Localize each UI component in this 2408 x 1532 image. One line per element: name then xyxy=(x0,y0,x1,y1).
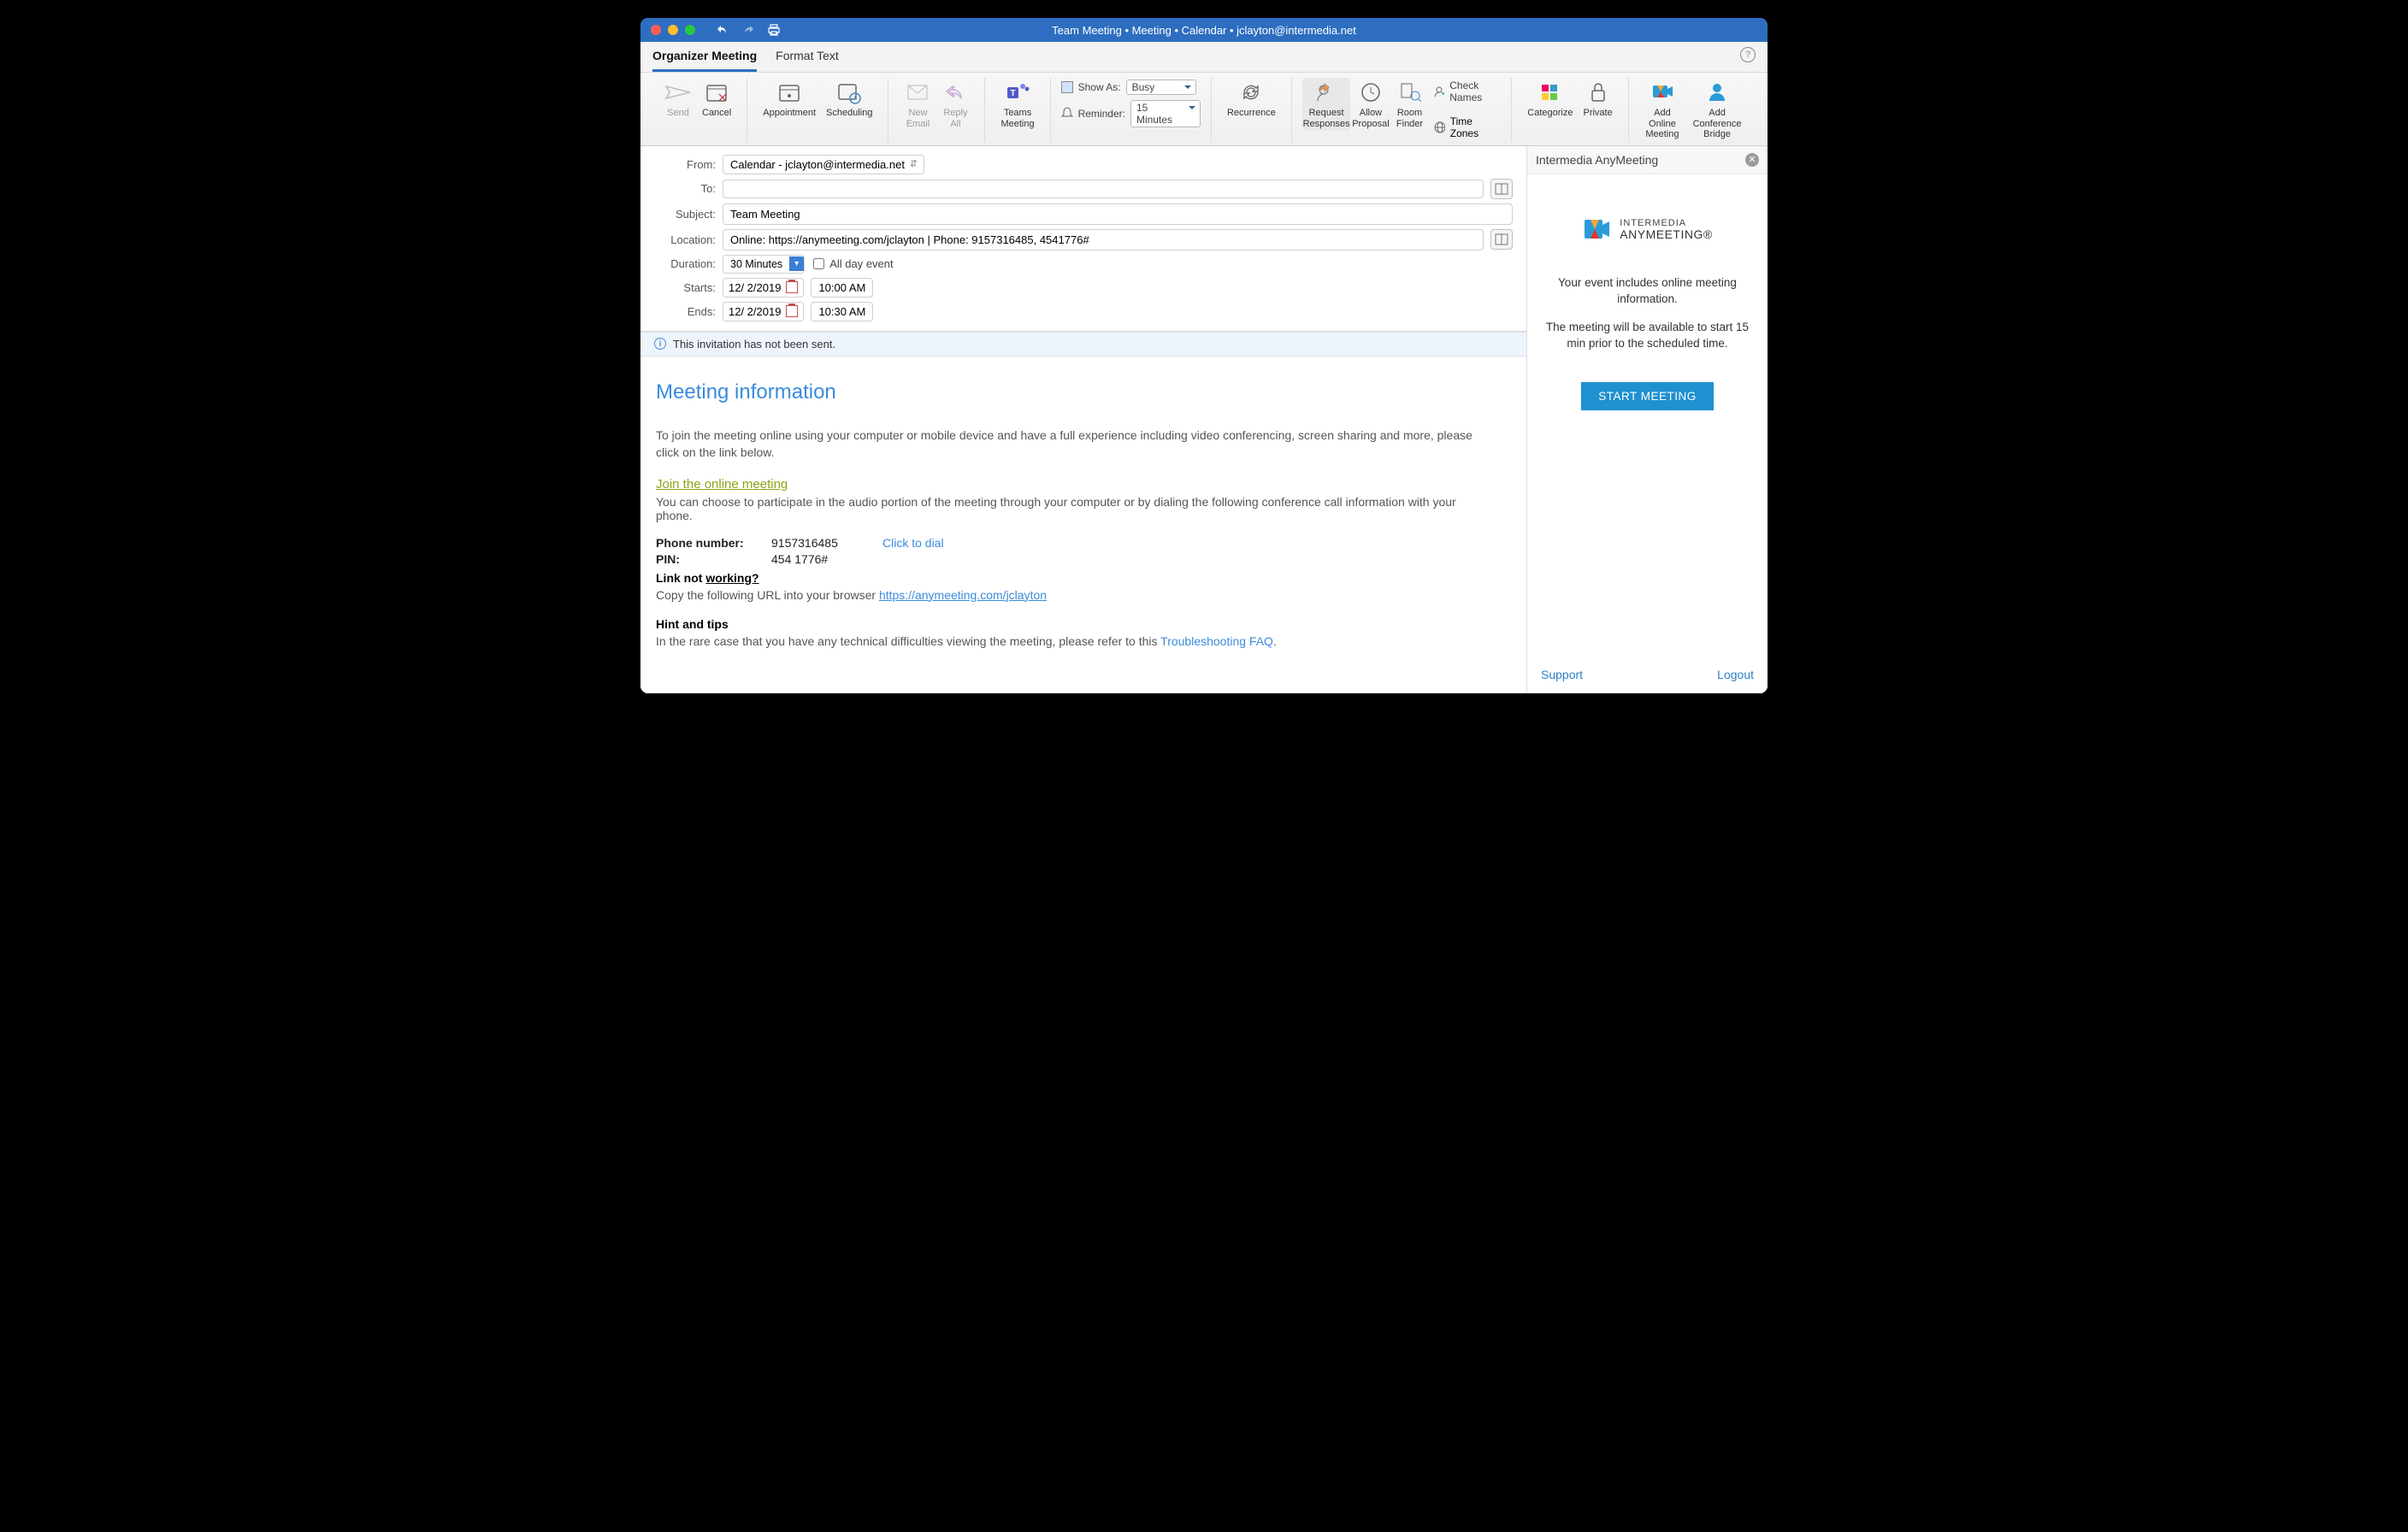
window-title: Team Meeting • Meeting • Calendar • jcla… xyxy=(1052,24,1356,37)
reminder-label: Reminder: xyxy=(1078,108,1125,120)
body-intro: To join the meeting online using your co… xyxy=(656,427,1494,462)
calendar-icon xyxy=(786,305,798,317)
undo-icon[interactable] xyxy=(716,23,729,37)
pin-label: PIN: xyxy=(656,552,754,566)
subject-field[interactable]: Team Meeting xyxy=(723,203,1513,225)
minimize-window-icon[interactable] xyxy=(668,25,678,35)
outlook-meeting-window: Team Meeting • Meeting • Calendar • jcla… xyxy=(640,17,1768,694)
troubleshooting-link[interactable]: Troubleshooting FAQ xyxy=(1160,634,1273,648)
close-window-icon[interactable] xyxy=(651,25,661,35)
bell-icon xyxy=(1061,107,1073,121)
anymeeting-logo: INTERMEDIA ANYMEETING® xyxy=(1541,215,1754,245)
reminder-select[interactable]: 15 Minutes xyxy=(1130,100,1201,127)
copy-url-link[interactable]: https://anymeeting.com/jclayton xyxy=(879,588,1047,602)
to-label: To: xyxy=(654,182,716,195)
categorize-button[interactable]: Categorize xyxy=(1522,78,1578,121)
panel-title: Intermedia AnyMeeting xyxy=(1536,153,1658,167)
logout-link[interactable]: Logout xyxy=(1717,668,1754,681)
check-names-button[interactable]: Check Names xyxy=(1434,80,1502,103)
starts-date-field[interactable]: 12/ 2/2019 xyxy=(723,278,804,298)
link-not-prefix: Link not xyxy=(656,571,705,585)
time-zones-button[interactable]: Time Zones xyxy=(1434,115,1502,139)
ribbon-tabs: Organizer Meeting Format Text ? xyxy=(640,42,1768,73)
hints-post: . xyxy=(1273,634,1277,648)
show-as-select[interactable]: Busy xyxy=(1126,80,1196,95)
copy-text: Copy the following URL into your browser xyxy=(656,588,879,602)
reply-all-button[interactable]: Reply All xyxy=(936,78,974,131)
body-heading: Meeting information xyxy=(656,380,1511,404)
from-select[interactable]: Calendar - jclayton@intermedia.net xyxy=(723,155,924,174)
ribbon: Send Cancel Appointment Scheduling New E… xyxy=(640,73,1768,146)
appointment-button[interactable]: Appointment xyxy=(758,78,821,121)
show-as-label: Show As: xyxy=(1078,81,1121,93)
phone-value: 9157316485 xyxy=(771,536,865,550)
cancel-button[interactable]: Cancel xyxy=(697,78,736,121)
duration-label: Duration: xyxy=(654,257,716,270)
from-label: From: xyxy=(654,158,716,171)
teams-meeting-button[interactable]: T Teams Meeting xyxy=(995,78,1039,131)
room-finder-button[interactable]: Room Finder xyxy=(1391,78,1429,131)
ends-label: Ends: xyxy=(654,305,716,318)
panel-msg-1: Your event includes online meeting infor… xyxy=(1541,275,1754,308)
svg-text:T: T xyxy=(1010,89,1015,98)
ends-time-field[interactable]: 10:30 AM xyxy=(811,302,873,321)
meeting-form: From: Calendar - jclayton@intermedia.net… xyxy=(640,146,1526,332)
address-book-icon[interactable] xyxy=(1490,179,1513,199)
duration-select[interactable]: 30 Minutes▾ xyxy=(723,255,805,274)
anymeeting-panel: Intermedia AnyMeeting ✕ INTERMEDIA ANYME… xyxy=(1526,146,1768,693)
join-meeting-link[interactable]: Join the online meeting xyxy=(656,477,788,492)
titlebar: Team Meeting • Meeting • Calendar • jcla… xyxy=(640,18,1768,42)
support-link[interactable]: Support xyxy=(1541,668,1583,681)
all-day-checkbox[interactable]: All day event xyxy=(813,257,893,270)
start-meeting-button[interactable]: START MEETING xyxy=(1581,382,1714,410)
hints-pre: In the rare case that you have any techn… xyxy=(656,634,1160,648)
info-icon: i xyxy=(654,338,666,350)
add-online-meeting-button[interactable]: Add Online Meeting xyxy=(1639,78,1685,142)
audio-note: You can choose to participate in the aud… xyxy=(656,495,1494,522)
request-responses-button[interactable]: Request Responses xyxy=(1302,78,1351,131)
redo-icon[interactable] xyxy=(741,23,755,37)
pin-value: 454 1776# xyxy=(771,552,865,566)
main-pane: From: Calendar - jclayton@intermedia.net… xyxy=(640,146,1526,693)
add-conference-bridge-button[interactable]: Add Conference Bridge xyxy=(1685,78,1749,142)
panel-msg-2: The meeting will be available to start 1… xyxy=(1541,320,1754,352)
link-not-working: working? xyxy=(705,571,758,585)
recurrence-button[interactable]: Recurrence xyxy=(1222,78,1281,121)
zoom-window-icon[interactable] xyxy=(685,25,695,35)
calendar-icon xyxy=(786,281,798,293)
close-panel-icon[interactable]: ✕ xyxy=(1745,153,1759,167)
allow-proposal-button[interactable]: Allow Proposal xyxy=(1350,78,1390,131)
not-sent-notice: i This invitation has not been sent. xyxy=(640,332,1526,356)
location-field[interactable]: Online: https://anymeeting.com/jclayton … xyxy=(723,229,1484,250)
tab-organizer-meeting[interactable]: Organizer Meeting xyxy=(652,49,757,72)
help-icon[interactable]: ? xyxy=(1740,47,1756,62)
hints-title: Hint and tips xyxy=(656,617,1511,631)
phone-label: Phone number: xyxy=(656,536,754,550)
ends-date-field[interactable]: 12/ 2/2019 xyxy=(723,302,804,321)
print-icon[interactable] xyxy=(767,23,781,37)
scheduling-button[interactable]: Scheduling xyxy=(821,78,877,121)
location-label: Location: xyxy=(654,233,716,246)
tab-format-text[interactable]: Format Text xyxy=(776,49,839,72)
send-button[interactable]: Send xyxy=(659,78,697,121)
new-email-button[interactable]: New Email xyxy=(899,78,936,131)
private-button[interactable]: Private xyxy=(1578,78,1617,121)
subject-label: Subject: xyxy=(654,208,716,221)
starts-label: Starts: xyxy=(654,281,716,294)
starts-time-field[interactable]: 10:00 AM xyxy=(811,278,873,298)
click-to-dial-link[interactable]: Click to dial xyxy=(882,536,944,550)
window-controls xyxy=(651,25,695,35)
meeting-body[interactable]: Meeting information To join the meeting … xyxy=(640,356,1526,693)
to-field[interactable] xyxy=(723,180,1484,198)
location-book-icon[interactable] xyxy=(1490,229,1513,250)
status-color-icon xyxy=(1061,81,1073,93)
